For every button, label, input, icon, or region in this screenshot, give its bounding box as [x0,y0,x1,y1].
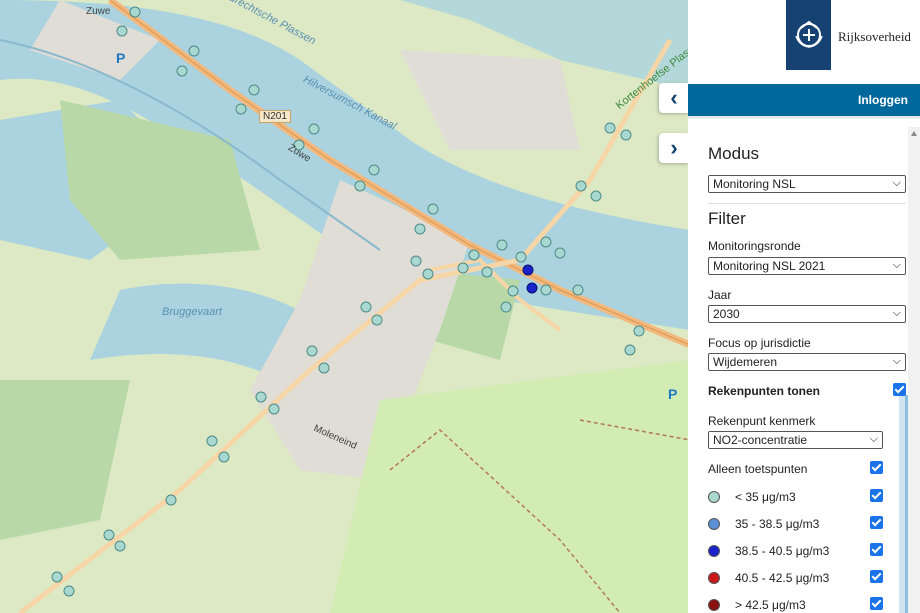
modus-title: Modus [708,144,760,163]
modus-select[interactable]: Monitoring NSL ⌵ [708,175,906,193]
chevron-left-icon: ‹ [670,85,678,110]
expand-panel-button[interactable]: › [659,133,689,163]
site-header: Rijksoverheid [688,0,920,84]
panel-scrollbar[interactable] [908,127,920,613]
chevron-down-icon: ⌵ [892,355,901,367]
divider [708,203,906,204]
legend-checkbox[interactable] [870,597,883,610]
map-canvas[interactable] [0,0,690,613]
toetspunten-checkbox[interactable] [870,461,883,474]
rekenpunten-label: Rekenpunten tonen [708,384,821,398]
legend-checkbox[interactable] [870,516,883,529]
logo-text: Rijksoverheid [838,29,911,44]
chevron-down-icon: ⌵ [892,307,901,319]
focus-select-value: Wijdemeren [713,355,778,369]
parking-icon: P [668,386,678,402]
legend-dot [708,599,720,611]
jaar-select-value: 2030 [713,307,740,321]
legend-checkbox[interactable] [870,489,883,502]
crest-icon [794,20,823,48]
login-button[interactable]: Inloggen [858,93,908,107]
chevron-down-icon: ⌵ [892,177,901,189]
chevron-down-icon: ⌵ [869,433,878,445]
focus-label: Focus op jurisdictie [708,336,811,350]
toetspunten-label: Alleen toetspunten [708,462,808,476]
rijksoverheid-logo[interactable] [786,0,831,70]
legend-label: 38.5 - 40.5 μg/m3 [735,544,830,558]
legend-label: 40.5 - 42.5 μg/m3 [735,571,830,585]
map-label-zuwe: Zuwe [86,6,111,17]
focus-select[interactable]: Wijdemeren ⌵ [708,353,906,371]
parking-icon: P [116,50,126,66]
legend-dot [708,572,720,584]
filter-panel: Modus Monitoring NSL ⌵ Filter Monitoring… [688,116,920,613]
jaar-select[interactable]: 2030 ⌵ [708,305,906,323]
legend-label: > 42.5 μg/m3 [735,598,806,612]
legend-checkbox[interactable] [870,543,883,556]
jaar-label: Jaar [708,288,732,302]
legend-checkbox[interactable] [870,570,883,583]
ronde-label: Monitoringsronde [708,239,801,253]
chevron-down-icon: ⌵ [892,259,901,271]
collapse-panel-button[interactable]: ‹ [659,83,689,113]
legend-label: 35 - 38.5 μg/m3 [735,517,820,531]
scroll-up-icon[interactable] [911,131,917,136]
ronde-select[interactable]: Monitoring NSL 2021 ⌵ [708,257,906,275]
legend-dot [708,491,720,503]
map-label-bruggevaart: Bruggevaart [162,306,222,318]
road-number-shield: N201 [259,110,291,123]
kenmerk-label: Rekenpunt kenmerk [708,414,816,428]
ronde-select-value: Monitoring NSL 2021 [713,259,826,273]
chevron-right-icon: › [670,135,678,160]
legend-dot [708,518,720,530]
panel-scroll-accent [899,395,908,613]
kenmerk-select-value: NO2-concentratie [713,433,808,447]
filter-title: Filter [708,209,746,228]
rekenpunten-checkbox[interactable] [893,383,906,396]
login-bar: Inloggen [688,84,920,116]
modus-select-value: Monitoring NSL [713,177,796,191]
legend-dot [708,545,720,557]
legend-label: < 35 μg/m3 [735,490,796,504]
kenmerk-select[interactable]: NO2-concentratie ⌵ [708,431,883,449]
map-view[interactable]: Zuwe Loosdrechtsche Plassen Hilversumsch… [0,0,690,613]
